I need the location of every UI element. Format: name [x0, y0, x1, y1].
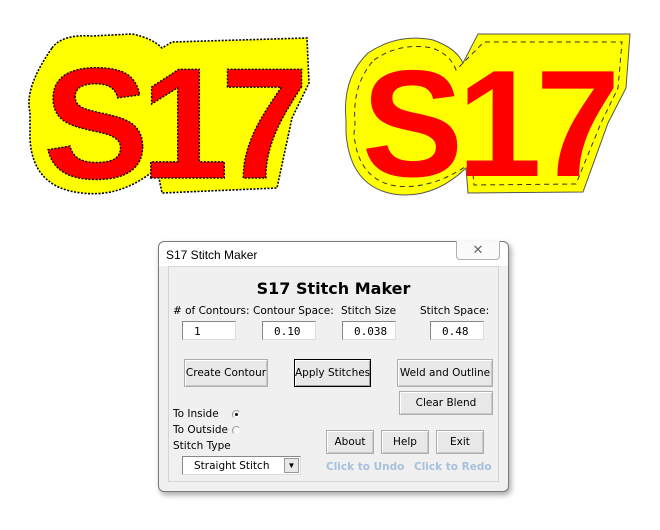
stitch-space-input[interactable]: 0.48 [430, 321, 484, 340]
contour-space-label: Contour Space: [253, 305, 334, 317]
window-title: S17 Stitch Maker [166, 248, 258, 262]
to-inside-radio[interactable] [232, 410, 241, 419]
stitch-size-label: Stitch Size [341, 305, 397, 317]
clear-blend-button[interactable]: Clear Blend [399, 391, 493, 415]
right-s17-text: S17 [362, 39, 614, 208]
weld-outline-button[interactable]: Weld and Outline [397, 359, 493, 387]
main-panel: S17 Stitch Maker # of Contours: Contour … [168, 266, 499, 482]
zigzag-stitch-artwork: S17 [28, 33, 310, 208]
title-bar[interactable]: S17 Stitch Maker ✕ [159, 241, 508, 266]
stitch-size-input[interactable]: 0.038 [342, 321, 396, 340]
about-button[interactable]: About [326, 430, 374, 454]
panel-heading: S17 Stitch Maker [256, 279, 411, 298]
contours-input[interactable]: 1 [182, 321, 236, 340]
to-outside-radio[interactable] [232, 426, 241, 435]
close-icon: ✕ [472, 242, 484, 257]
apply-stitches-button[interactable]: Apply Stitches [294, 359, 371, 387]
stitch-type-label: Stitch Type [173, 440, 231, 452]
straight-stitch-artwork: S17 [344, 33, 631, 208]
close-button[interactable]: ✕ [456, 241, 500, 260]
help-button[interactable]: Help [381, 430, 429, 454]
create-contour-button[interactable]: Create Contour [184, 359, 268, 387]
chevron-down-icon: ▼ [287, 461, 296, 470]
stitch-type-value: Straight Stitch [194, 460, 270, 472]
to-outside-label: To Outside [173, 424, 228, 436]
stitch-space-label: Stitch Space: [420, 305, 490, 317]
dropdown-arrow-button[interactable]: ▼ [284, 458, 299, 473]
undo-link[interactable]: Click to Undo [326, 461, 404, 473]
contours-label: # of Contours: [173, 305, 250, 317]
left-s17-text: S17 [43, 36, 301, 208]
contour-space-input[interactable]: 0.10 [262, 321, 316, 340]
stitch-maker-dialog: S17 Stitch Maker ✕ S17 Stitch Maker # of… [158, 241, 509, 492]
to-inside-label: To Inside [173, 408, 219, 420]
redo-link[interactable]: Click to Redo [414, 461, 492, 473]
exit-button[interactable]: Exit [436, 430, 484, 454]
stitch-type-dropdown[interactable]: Straight Stitch ▼ [182, 456, 301, 475]
